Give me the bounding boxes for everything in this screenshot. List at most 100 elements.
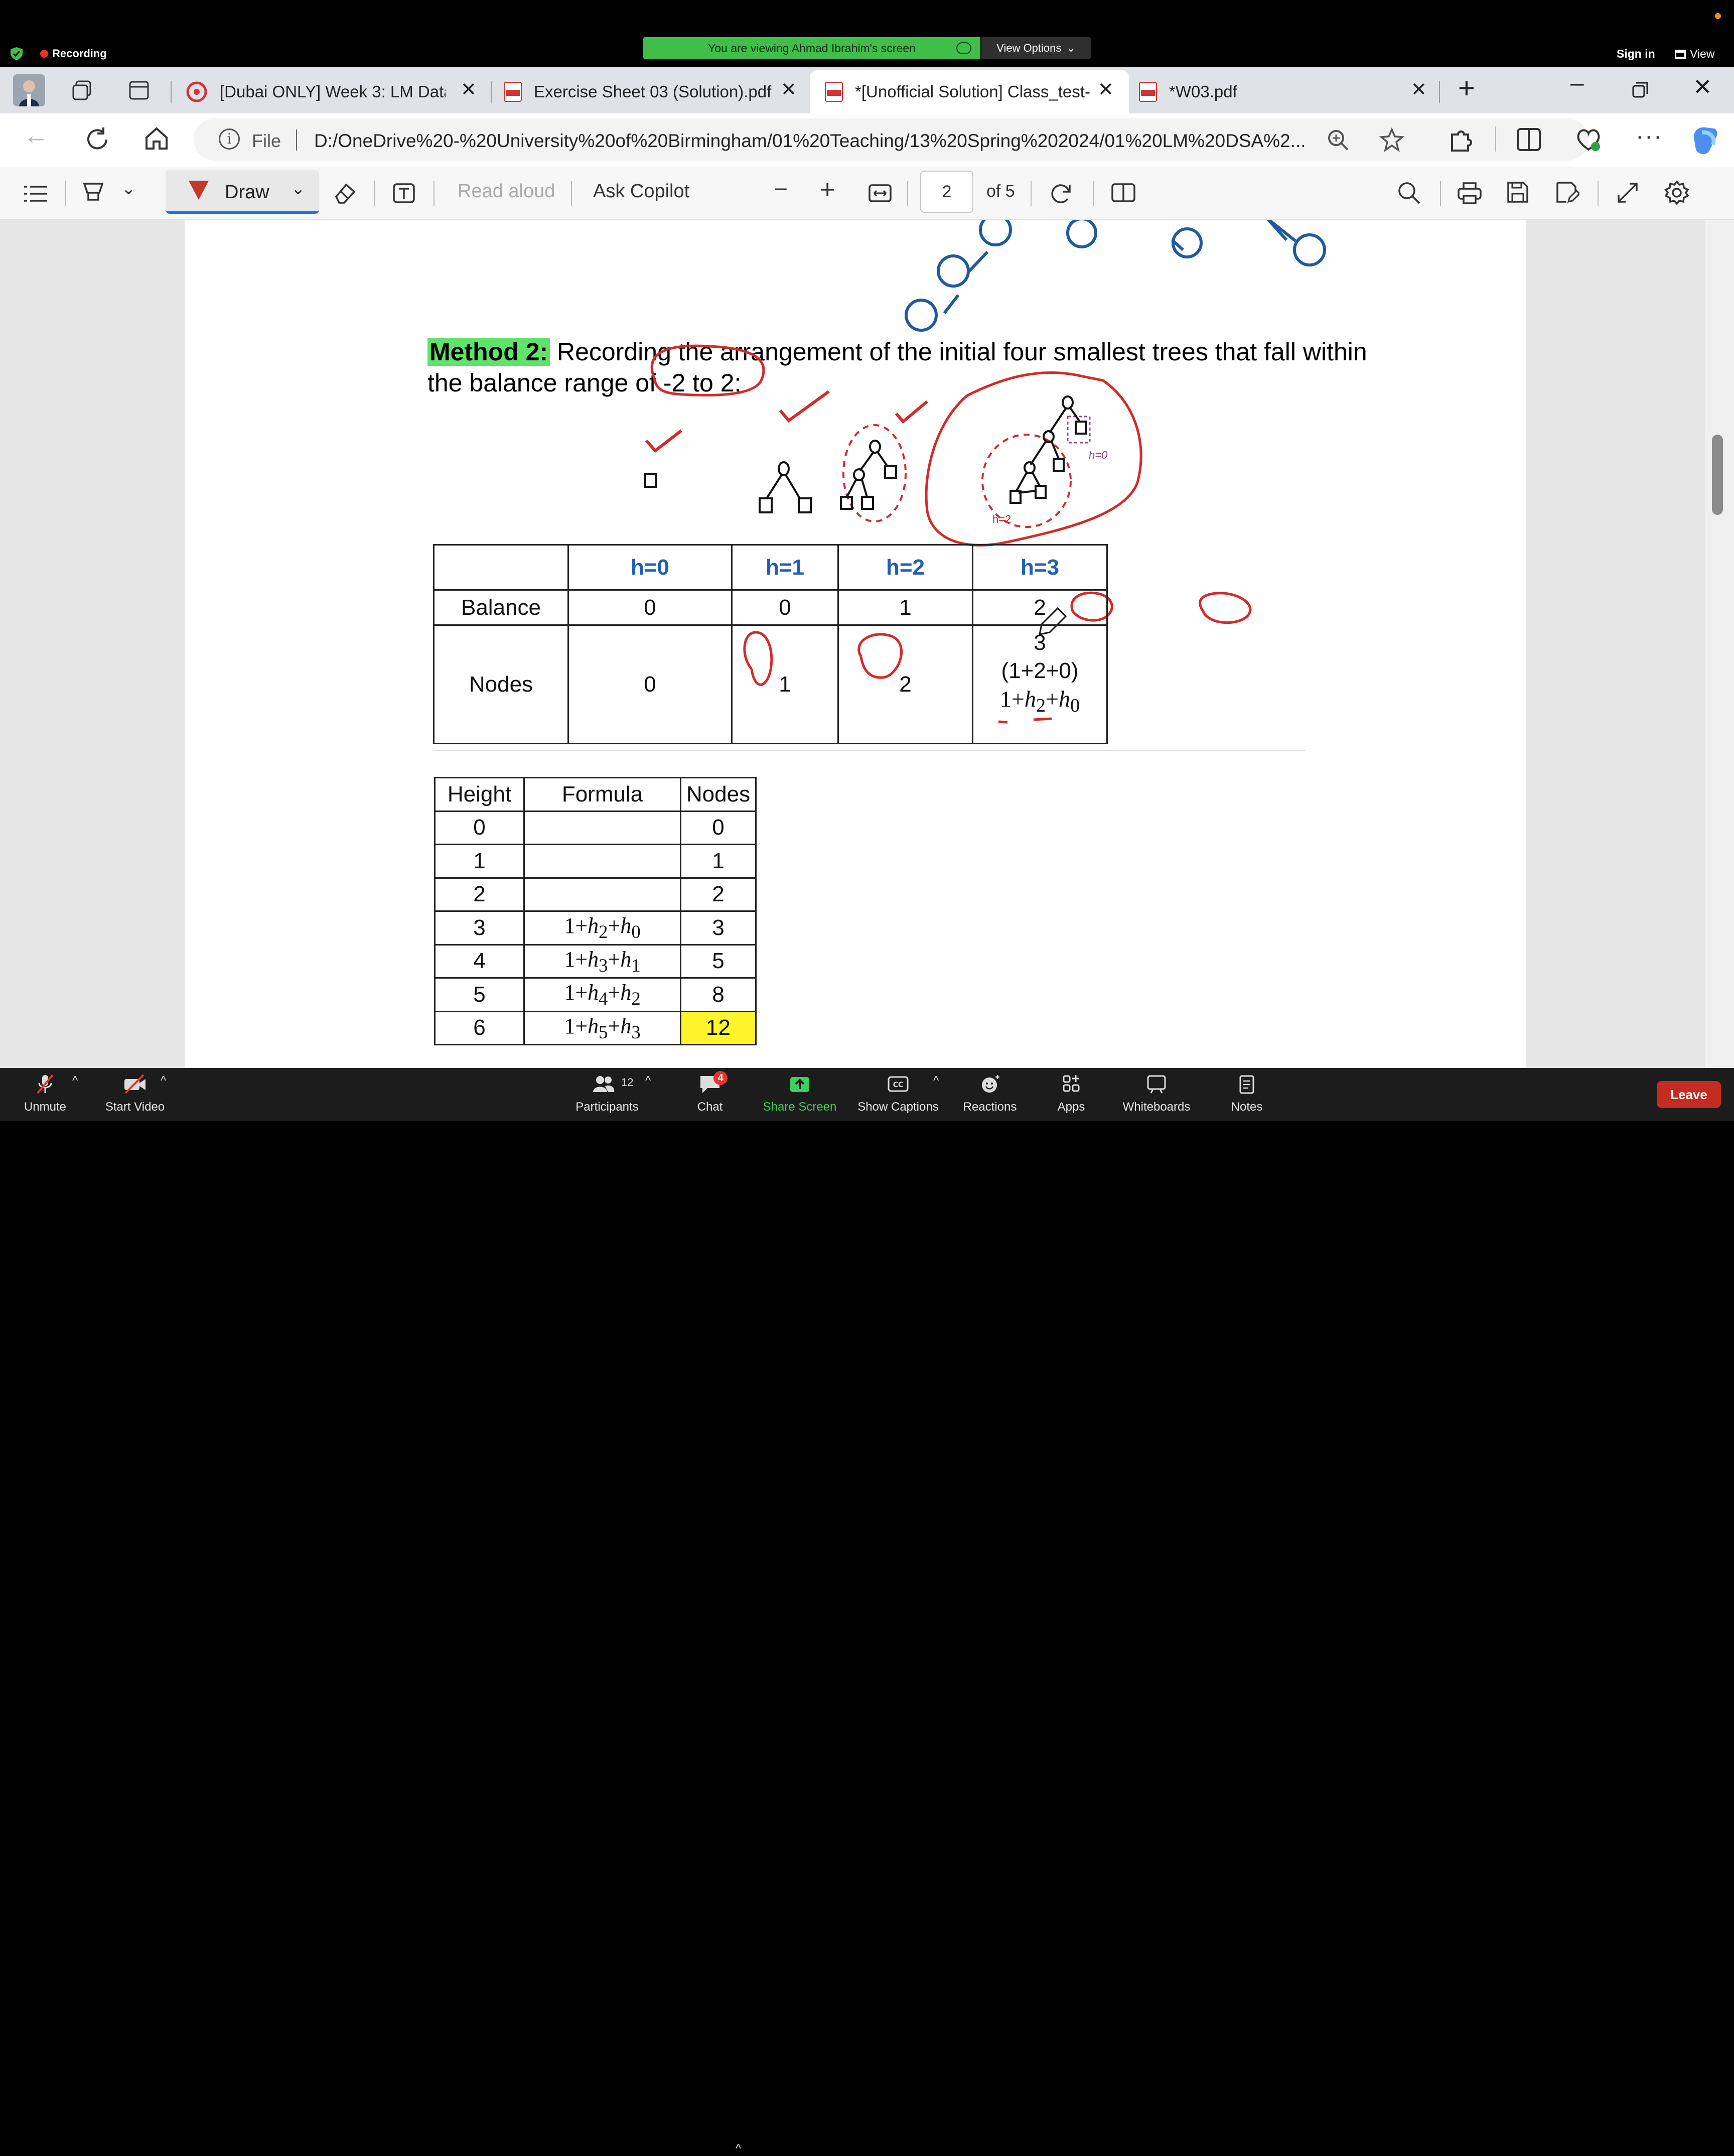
zoom-out-icon[interactable]: −: [774, 176, 788, 203]
workspaces-icon[interactable]: [71, 79, 93, 101]
pdf-icon: [1139, 82, 1157, 102]
eraser-icon[interactable]: [333, 182, 356, 205]
view-options-label: View Options: [996, 42, 1062, 54]
participants-button[interactable]: 12 ^ Participants: [562, 1068, 652, 1121]
height-cell: 5: [434, 977, 525, 1012]
fit-to-width-icon[interactable]: [868, 184, 892, 203]
notes-button[interactable]: Notes: [1219, 1068, 1274, 1121]
tab-dubai-week3[interactable]: [Dubai ONLY] Week 3: LM Data ✕: [186, 70, 487, 113]
copilot-icon[interactable]: [1687, 122, 1722, 158]
start-video-button[interactable]: ^ Start Video: [92, 1068, 178, 1121]
divider-line: [433, 750, 1305, 751]
toolbar-separator: [571, 181, 572, 206]
search-icon[interactable]: [1397, 181, 1421, 205]
contents-list-icon[interactable]: [23, 184, 48, 204]
scrollbar-thumb[interactable]: [1712, 435, 1723, 515]
chevron-up-icon[interactable]: ^: [736, 2142, 741, 2156]
chevron-up-icon[interactable]: ^: [72, 1074, 78, 1088]
rotate-icon[interactable]: [1049, 181, 1074, 206]
share-screen-button[interactable]: Share Screen: [755, 1068, 845, 1121]
reactions-button[interactable]: Reactions: [953, 1068, 1027, 1121]
chevron-up-icon[interactable]: ^: [645, 1074, 651, 1088]
recording-dot-icon: [40, 50, 48, 58]
unmute-button[interactable]: ^ Unmute: [10, 1068, 80, 1121]
read-aloud-button[interactable]: Read aloud: [458, 181, 555, 202]
tab-unofficial-solution[interactable]: *[Unofficial Solution] Class_test- ✕: [810, 70, 1129, 113]
h0-annotation: h=0: [1089, 449, 1108, 461]
close-tab-icon[interactable]: ✕: [461, 78, 477, 101]
draw-button[interactable]: Draw ⌄: [166, 170, 319, 214]
cloud-icon: [956, 42, 971, 54]
chevron-down-icon[interactable]: ⌄: [291, 179, 306, 199]
page-number-input[interactable]: 2: [920, 171, 973, 213]
minimize-icon[interactable]: –: [1570, 69, 1584, 97]
restore-icon[interactable]: [1632, 81, 1649, 98]
url-text[interactable]: D:/OneDrive%20-%20University%20of%20Birm…: [314, 130, 1306, 152]
add-text-icon[interactable]: [392, 183, 415, 204]
tab-exercise-sheet-03[interactable]: Exercise Sheet 03 (Solution).pdf ✕: [504, 70, 805, 113]
back-arrow-icon[interactable]: ←: [23, 120, 49, 151]
toolbar-separator: [1440, 181, 1441, 206]
print-icon[interactable]: [1457, 182, 1482, 205]
info-icon[interactable]: i: [219, 128, 240, 150]
height-cell: 4: [434, 944, 525, 979]
save-icon[interactable]: [1506, 181, 1529, 204]
height-cell: 6: [434, 1010, 525, 1045]
whiteboards-button[interactable]: Whiteboards: [1114, 1068, 1199, 1121]
home-icon[interactable]: [143, 125, 170, 152]
show-captions-button[interactable]: CC ^ Show Captions: [853, 1068, 943, 1121]
close-tab-icon[interactable]: ✕: [1411, 78, 1427, 101]
security-shield-icon[interactable]: [9, 46, 24, 61]
recording-label: Recording: [52, 47, 107, 60]
formula-cell: [523, 810, 681, 845]
sign-in-button[interactable]: Sign in: [1617, 47, 1655, 61]
vertical-scrollbar[interactable]: [1705, 220, 1734, 1068]
tab-title: [Dubai ONLY] Week 3: LM Data: [220, 82, 446, 101]
close-window-icon[interactable]: ✕: [1693, 73, 1712, 100]
favorite-star-icon[interactable]: [1379, 127, 1405, 153]
page-view-icon[interactable]: [1111, 183, 1136, 203]
browser-tab-bar: [Dubai ONLY] Week 3: LM Data ✕ Exercise …: [0, 67, 1734, 113]
table-cell: Balance: [433, 589, 569, 626]
browser-essentials-icon[interactable]: [1575, 126, 1602, 153]
more-options-icon[interactable]: ···: [1636, 122, 1663, 150]
unmute-label: Unmute: [24, 1100, 67, 1114]
tab-actions-icon[interactable]: [128, 80, 150, 100]
height-cell: 1: [434, 844, 525, 879]
chevron-up-icon[interactable]: ^: [161, 1074, 166, 1088]
toolbar-separator: [1031, 181, 1032, 206]
zoom-magnifier-icon[interactable]: [1327, 128, 1350, 152]
leave-button[interactable]: Leave: [1657, 1081, 1721, 1108]
view-options-button[interactable]: View Options ⌄: [981, 37, 1091, 59]
close-tab-icon[interactable]: ✕: [1098, 78, 1114, 101]
ask-copilot-button[interactable]: Ask Copilot: [593, 181, 689, 202]
share-screen-icon: [790, 1077, 809, 1092]
table-header-cell: Nodes: [680, 777, 757, 812]
table-header-cell: Height: [434, 777, 525, 812]
tab-title: *[Unofficial Solution] Class_test-: [855, 82, 1090, 101]
url-field[interactable]: i File D:/OneDrive%20-%20University%20of…: [194, 118, 1588, 161]
tab-w03[interactable]: *W03.pdf ✕: [1139, 70, 1435, 113]
save-as-icon[interactable]: [1555, 181, 1579, 204]
table-row: 4 1+h3+h1 5: [434, 944, 757, 979]
zoom-in-icon[interactable]: +: [820, 175, 835, 205]
close-tab-icon[interactable]: ✕: [781, 78, 797, 101]
viewing-banner-text: You are viewing Ahmad Ibrahim's screen: [708, 41, 916, 55]
formula-cell: [523, 844, 681, 879]
refresh-icon[interactable]: [83, 125, 111, 154]
split-screen-icon[interactable]: [1516, 127, 1541, 152]
toolbar-separator: [374, 181, 375, 206]
chevron-up-icon[interactable]: ^: [933, 1074, 939, 1088]
view-layout-button[interactable]: View: [1675, 47, 1714, 61]
fullscreen-icon[interactable]: [1617, 182, 1639, 204]
highlight-icon[interactable]: [82, 182, 104, 206]
extensions-icon[interactable]: [1448, 127, 1475, 154]
toolbar-separator: [1495, 126, 1496, 152]
highlight-chevron-icon[interactable]: ⌄: [121, 179, 136, 199]
new-tab-icon[interactable]: +: [1458, 71, 1475, 105]
apps-button[interactable]: Apps: [1044, 1068, 1099, 1121]
profile-avatar[interactable]: [13, 74, 45, 106]
recording-indicator[interactable]: Recording: [40, 47, 107, 60]
table-row: 6 1+h5+h3 12: [434, 1010, 757, 1045]
settings-gear-icon[interactable]: [1664, 180, 1690, 206]
